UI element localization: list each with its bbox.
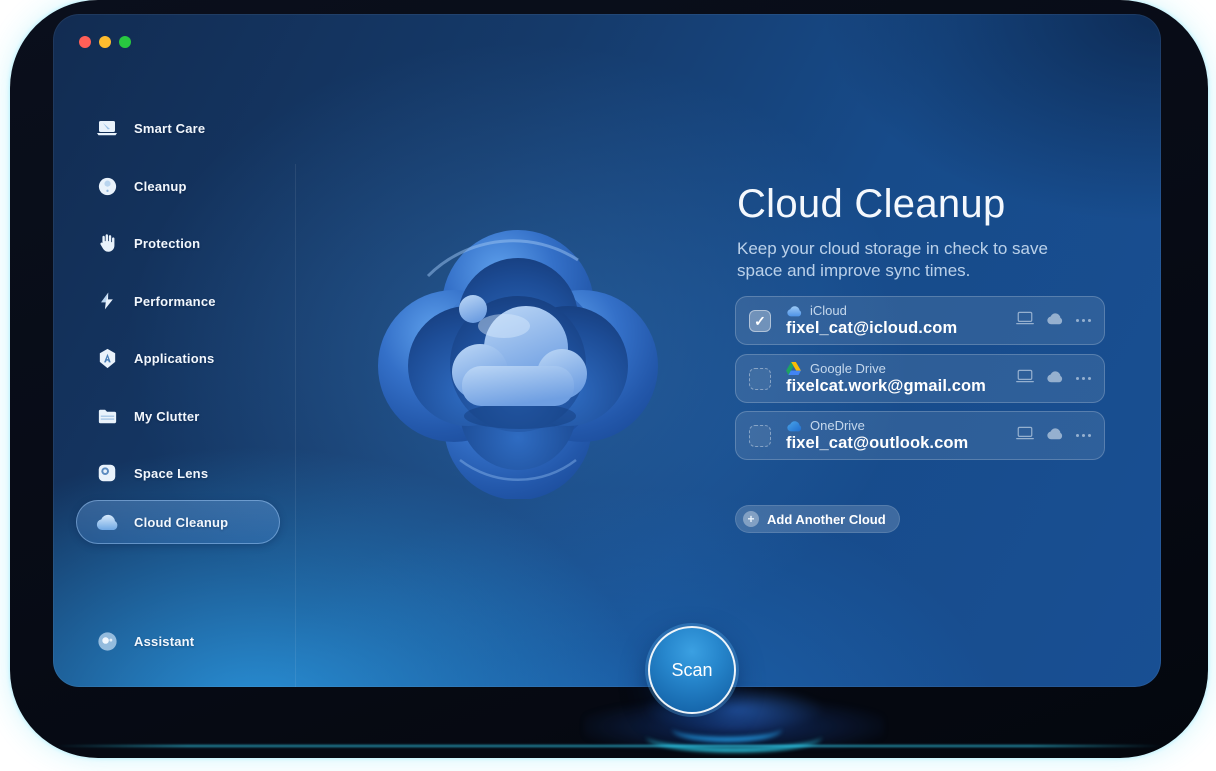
laptop-sparkle-icon (94, 115, 120, 141)
more-options-icon[interactable] (1076, 319, 1091, 322)
provider-name: Google Drive (810, 361, 886, 376)
hand-icon (94, 230, 120, 256)
sidebar-item-label: Cloud Cleanup (134, 514, 229, 530)
account-row-icloud[interactable]: ✓ iCloud fixel_cat@icloud.com (735, 296, 1105, 345)
marketing-backdrop: Smart Care Cleanup Protection Performanc… (10, 0, 1208, 758)
account-email: fixel_cat@icloud.com (786, 319, 958, 337)
zoom-button[interactable] (119, 36, 131, 48)
sidebar-item-applications[interactable]: Applications (76, 336, 280, 380)
backdrop-glow-line (55, 745, 1163, 747)
page-subtitle: Keep your cloud storage in check to save… (737, 239, 1048, 280)
account-row-onedrive[interactable]: ✓ OneDrive fixel_cat@outlook.com (735, 411, 1105, 460)
page-title: Cloud Cleanup (737, 182, 1006, 226)
icloud-checkbox[interactable]: ✓ (749, 309, 771, 332)
sidebar-item-label: Space Lens (134, 465, 209, 481)
sidebar-item-space-lens[interactable]: Space Lens (76, 451, 280, 495)
scan-button[interactable]: Scan (648, 626, 736, 714)
cloud-icon (94, 509, 120, 535)
minimize-button[interactable] (99, 36, 111, 48)
sidebar-item-cloud-cleanup[interactable]: Cloud Cleanup (76, 500, 280, 544)
google-drive-icon (786, 362, 803, 376)
synced-to-mac-icon[interactable] (1016, 311, 1034, 330)
cloud-hero-illustration (373, 229, 663, 500)
synced-to-mac-icon[interactable] (1016, 369, 1034, 388)
cloud-status-icon[interactable] (1046, 312, 1064, 330)
sidebar-item-label: My Clutter (134, 408, 200, 424)
scan-reflection-cyan (646, 722, 822, 752)
app-badge-icon (94, 345, 120, 371)
sidebar-item-label: Applications (134, 350, 215, 366)
check-icon: ✓ (754, 312, 766, 329)
google-drive-checkbox[interactable]: ✓ (749, 367, 771, 390)
onedrive-checkbox[interactable]: ✓ (749, 424, 771, 447)
lightning-icon (94, 288, 120, 314)
lens-icon (94, 460, 120, 486)
icloud-cloud-icon (786, 304, 803, 318)
provider-name: OneDrive (810, 418, 865, 433)
folder-icon (94, 403, 120, 429)
account-email: fixel_cat@outlook.com (786, 434, 969, 452)
sidebar-item-cleanup[interactable]: Cleanup (76, 164, 280, 208)
onedrive-cloud-icon (786, 419, 803, 433)
sidebar-item-smart-care[interactable]: Smart Care (76, 106, 280, 150)
cloud-status-icon[interactable] (1046, 427, 1064, 445)
sidebar-item-performance[interactable]: Performance (76, 279, 280, 323)
cloud-status-icon[interactable] (1046, 370, 1064, 388)
account-email: fixelcat.work@gmail.com (786, 377, 986, 395)
assistant-orb-icon (94, 628, 120, 654)
more-options-icon[interactable] (1076, 377, 1091, 380)
add-another-cloud-label: Add Another Cloud (767, 511, 886, 527)
sidebar-item-protection[interactable]: Protection (76, 221, 280, 265)
add-another-cloud-button[interactable]: + Add Another Cloud (735, 505, 900, 533)
more-options-icon[interactable] (1076, 434, 1091, 437)
window-controls (79, 36, 131, 48)
sidebar-item-label: Performance (134, 293, 216, 309)
sidebar-item-assistant[interactable]: Assistant (76, 619, 280, 663)
account-row-google-drive[interactable]: ✓ Google Drive fixelcat.work@gmail.com (735, 354, 1105, 403)
orb-icon (94, 173, 120, 199)
sidebar-item-label: Cleanup (134, 178, 187, 194)
sidebar-item-label: Smart Care (134, 120, 206, 136)
plus-icon: + (743, 511, 759, 527)
sidebar-item-label: Assistant (134, 633, 195, 649)
provider-name: iCloud (810, 303, 847, 318)
sidebar-item-my-clutter[interactable]: My Clutter (76, 394, 280, 438)
close-button[interactable] (79, 36, 91, 48)
sidebar-divider (295, 164, 296, 687)
app-window: Smart Care Cleanup Protection Performanc… (53, 14, 1161, 687)
sidebar-item-label: Protection (134, 235, 201, 251)
synced-to-mac-icon[interactable] (1016, 426, 1034, 445)
